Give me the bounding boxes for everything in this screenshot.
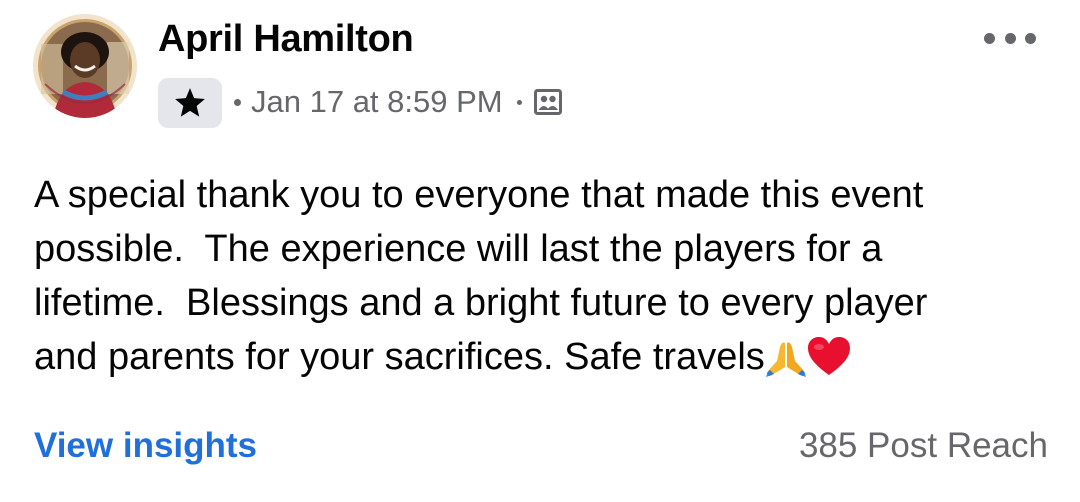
post-text-line: and parents for your sacrifices. Safe tr… <box>34 336 765 378</box>
group-audience-icon[interactable] <box>533 89 562 115</box>
more-options-icon[interactable] <box>984 26 1036 50</box>
post-text-line-last: and parents for your sacrifices. Safe tr… <box>34 330 1044 392</box>
post-text: A special thank you to everyone that mad… <box>34 168 1044 392</box>
post-reach-count: 385 Post Reach <box>798 426 1048 465</box>
post-meta: Jan 17 at 8:59 PM <box>230 80 562 124</box>
separator-dot <box>234 98 241 106</box>
folded-hands-emoji <box>765 337 806 392</box>
red-heart-emoji <box>807 337 851 392</box>
author-avatar[interactable] <box>33 14 137 118</box>
view-insights-link[interactable]: View insights <box>34 426 257 466</box>
post-text-line: lifetime. Blessings and a bright future … <box>34 282 928 324</box>
star-icon <box>175 88 205 117</box>
separator-dot <box>516 99 522 105</box>
post-text-line: A special thank you to everyone that mad… <box>34 174 924 216</box>
avatar-photo <box>33 14 137 118</box>
post-timestamp[interactable]: Jan 17 at 8:59 PM <box>251 84 503 120</box>
post-card: April Hamilton Jan 17 at 8:59 PM A speci… <box>0 0 1080 502</box>
author-name[interactable]: April Hamilton <box>158 18 414 61</box>
top-fan-badge[interactable] <box>158 78 222 128</box>
post-text-line: possible. The experience will last the p… <box>34 228 883 270</box>
